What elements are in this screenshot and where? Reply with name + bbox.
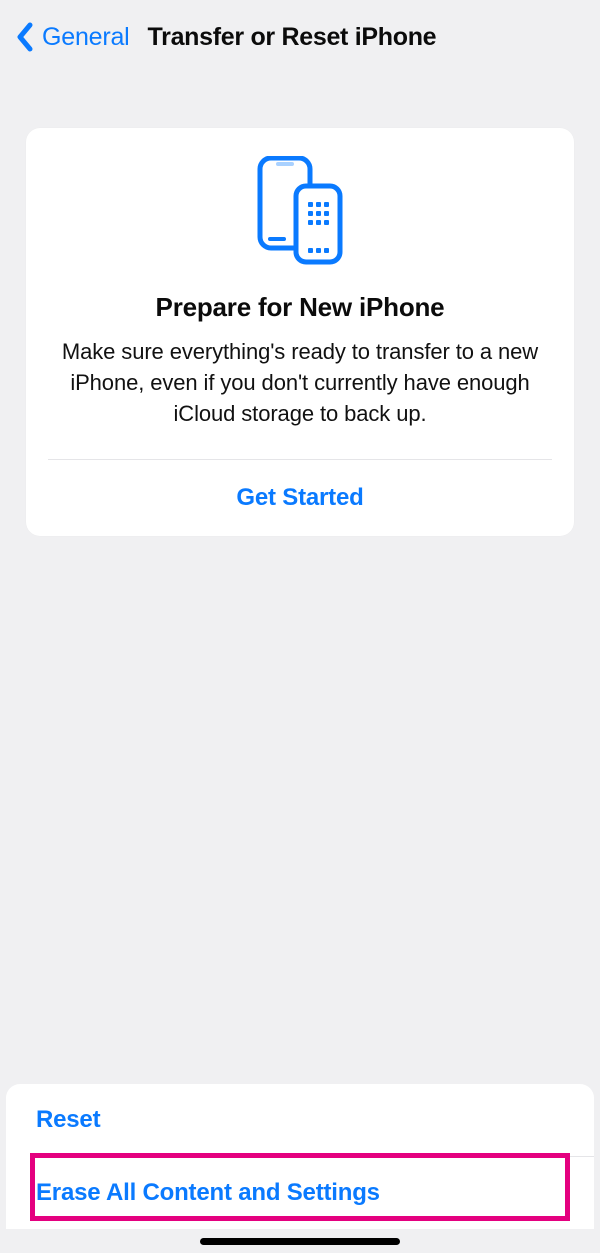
iphone-pair-icon — [26, 156, 574, 292]
page-title: Transfer or Reset iPhone — [148, 23, 437, 52]
back-button[interactable]: General — [42, 23, 130, 52]
reset-button[interactable]: Reset — [6, 1084, 594, 1156]
back-chevron-icon[interactable] — [16, 22, 34, 52]
erase-all-button[interactable]: Erase All Content and Settings — [6, 1157, 594, 1229]
prepare-card: Prepare for New iPhone Make sure everyth… — [26, 128, 574, 536]
card-title: Prepare for New iPhone — [26, 292, 574, 323]
card-description: Make sure everything's ready to transfer… — [26, 337, 574, 459]
reset-options-list: Reset Erase All Content and Settings — [6, 1084, 594, 1229]
navigation-bar: General Transfer or Reset iPhone — [0, 0, 600, 68]
get-started-button[interactable]: Get Started — [26, 460, 574, 536]
home-indicator[interactable] — [200, 1238, 400, 1245]
